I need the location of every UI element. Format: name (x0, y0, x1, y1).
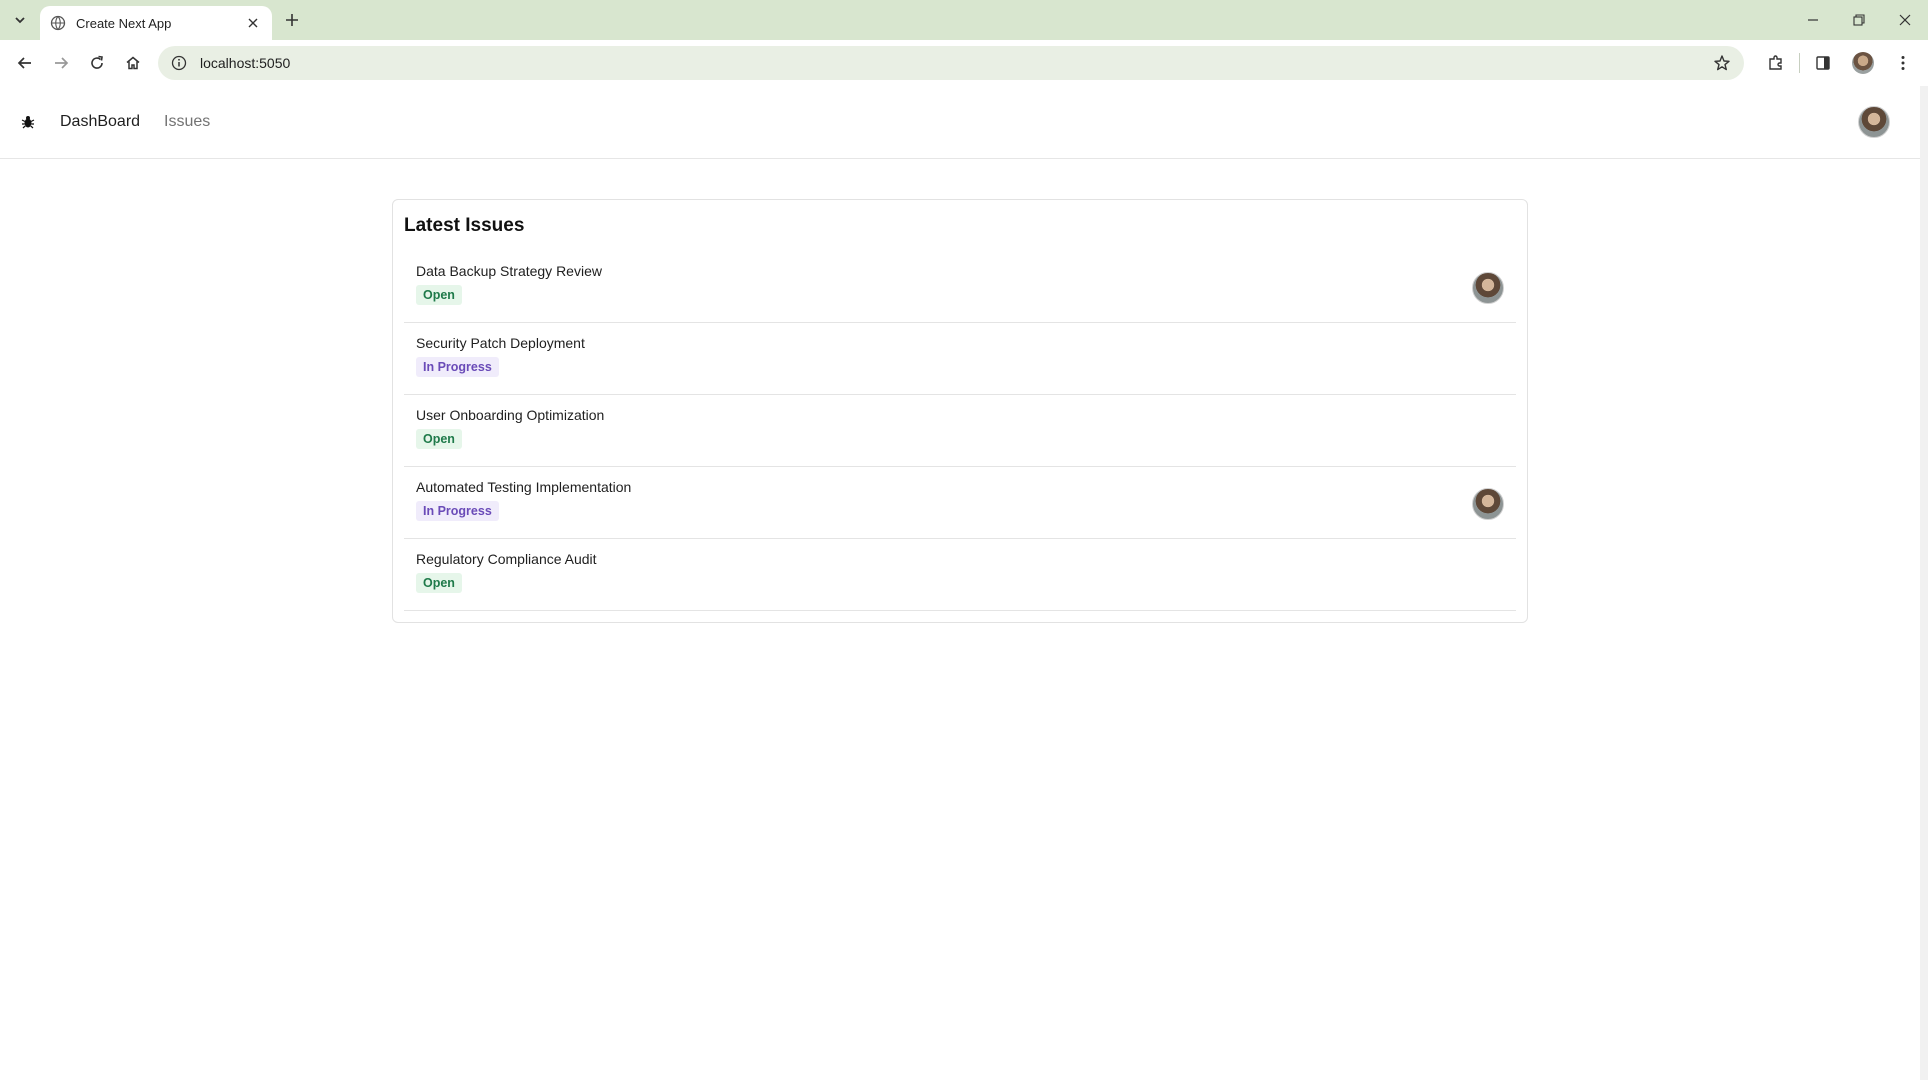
profile-button[interactable] (1846, 46, 1880, 80)
browser-tabstrip: Create Next App (0, 0, 1928, 40)
chevron-down-icon (15, 17, 25, 24)
home-button[interactable] (116, 46, 150, 80)
restore-button[interactable] (1836, 0, 1882, 40)
latest-issues-card: Latest Issues Data Backup Strategy Revie… (392, 199, 1528, 623)
issue-title-link[interactable]: User Onboarding Optimization (416, 407, 1504, 423)
home-icon (126, 56, 140, 70)
issue-title-link[interactable]: Security Patch Deployment (416, 335, 1504, 351)
issue-row: Automated Testing Implementation In Prog… (404, 467, 1516, 539)
tab-search-button[interactable] (8, 8, 32, 32)
app-navbar: DashBoard Issues (0, 86, 1920, 159)
new-tab-button[interactable] (280, 8, 304, 32)
globe-icon (50, 15, 66, 31)
url-text[interactable]: localhost:5050 (200, 55, 1712, 71)
browser-menu-button[interactable] (1886, 46, 1920, 80)
status-badge: Open (416, 573, 462, 593)
reload-button[interactable] (80, 46, 114, 80)
status-badge: Open (416, 285, 462, 305)
latest-issues-title: Latest Issues (404, 215, 525, 236)
status-badge: In Progress (416, 357, 499, 377)
restore-icon (1853, 14, 1865, 26)
minimize-icon (1808, 19, 1818, 21)
close-window-button[interactable] (1882, 0, 1928, 40)
issue-row: User Onboarding Optimization Open (404, 395, 1516, 467)
arrow-left-icon (17, 57, 31, 69)
toolbar-separator (1799, 53, 1800, 73)
puzzle-icon (1769, 55, 1782, 70)
browser-toolbar: localhost:5050 (0, 40, 1928, 86)
close-icon (248, 18, 258, 28)
nav-link-issues[interactable]: Issues (164, 113, 210, 131)
page-scrollbar[interactable] (1920, 86, 1928, 1080)
plus-icon (286, 14, 298, 26)
side-panel-icon (1816, 56, 1830, 70)
side-panel-button[interactable] (1806, 46, 1840, 80)
more-vertical-icon (1901, 56, 1905, 70)
toolbar-actions (1753, 46, 1920, 80)
assignee-avatar (1472, 272, 1504, 304)
issue-row: Data Backup Strategy Review Open (404, 251, 1516, 323)
reload-icon (91, 55, 103, 69)
back-button[interactable] (8, 46, 42, 80)
issue-title-link[interactable]: Data Backup Strategy Review (416, 263, 1504, 279)
forward-button[interactable] (44, 46, 78, 80)
browser-tab[interactable]: Create Next App (40, 6, 272, 40)
bug-icon[interactable] (20, 114, 36, 130)
bookmark-star-icon[interactable] (1712, 53, 1732, 73)
nav-link-dashboard[interactable]: DashBoard (60, 113, 140, 131)
tab-close-button[interactable] (244, 14, 262, 32)
assignee-avatar (1472, 488, 1504, 520)
user-avatar[interactable] (1858, 106, 1890, 138)
issue-row: Regulatory Compliance Audit Open (404, 539, 1516, 611)
window-controls (1790, 0, 1928, 40)
tab-title: Create Next App (76, 15, 172, 31)
web-page: DashBoard Issues Latest Issues Data Back… (0, 86, 1920, 1080)
address-bar[interactable]: localhost:5050 (158, 46, 1744, 80)
extensions-button[interactable] (1759, 46, 1793, 80)
profile-avatar (1852, 52, 1874, 74)
site-info-icon[interactable] (170, 54, 188, 72)
issue-row: Security Patch Deployment In Progress (404, 323, 1516, 395)
close-icon (1899, 14, 1911, 26)
arrow-right-icon (55, 57, 69, 69)
status-badge: In Progress (416, 501, 499, 521)
issue-title-link[interactable]: Automated Testing Implementation (416, 479, 1504, 495)
status-badge: Open (416, 429, 462, 449)
issue-title-link[interactable]: Regulatory Compliance Audit (416, 551, 1504, 567)
minimize-button[interactable] (1790, 0, 1836, 40)
